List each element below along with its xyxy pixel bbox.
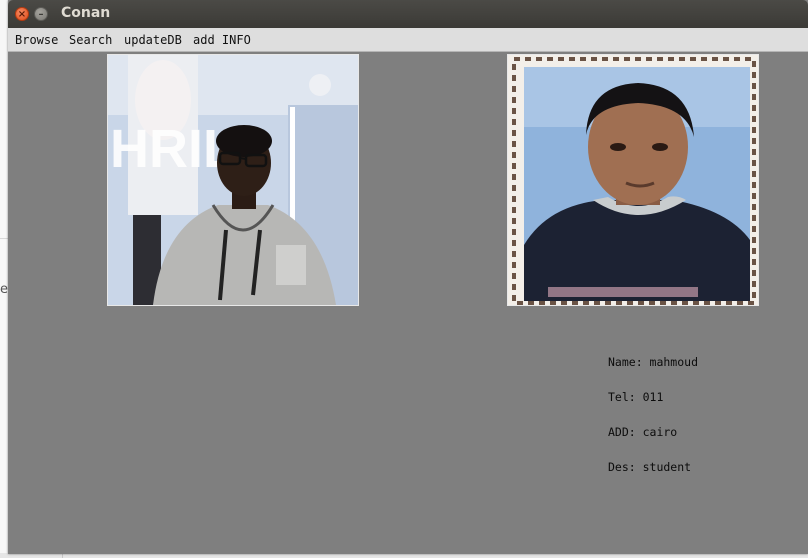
query-photo: HRILL xyxy=(107,54,359,306)
menu-bar: Browse Search updateDB add INFO xyxy=(8,28,808,52)
background-divider xyxy=(0,238,8,239)
close-window-button[interactable]: × xyxy=(15,7,29,21)
minimize-window-button[interactable]: – xyxy=(34,7,48,21)
info-name: Name: mahmoud xyxy=(608,355,699,369)
menu-search[interactable]: Search xyxy=(69,33,112,47)
info-tel: Tel: 011 xyxy=(608,390,664,404)
person-photo-icon: HRILL xyxy=(108,55,358,305)
menu-browse[interactable]: Browse xyxy=(15,33,58,47)
menu-add-info[interactable]: add INFO xyxy=(193,33,251,47)
info-description: Des: student xyxy=(608,460,692,474)
background-glyph: e xyxy=(0,282,8,297)
match-photo xyxy=(507,54,759,306)
title-bar[interactable]: × – Conan xyxy=(8,0,808,28)
app-window: × – Conan Browse Search updateDB add INF… xyxy=(8,0,808,554)
background-desktop-strip: e xyxy=(0,0,8,558)
window-title: Conan xyxy=(61,5,111,21)
close-icon: × xyxy=(17,9,27,20)
menu-update-db[interactable]: updateDB xyxy=(124,33,182,47)
minimize-icon: – xyxy=(38,9,44,20)
child-portrait-icon xyxy=(508,55,758,305)
info-address: ADD: cairo xyxy=(608,425,678,439)
